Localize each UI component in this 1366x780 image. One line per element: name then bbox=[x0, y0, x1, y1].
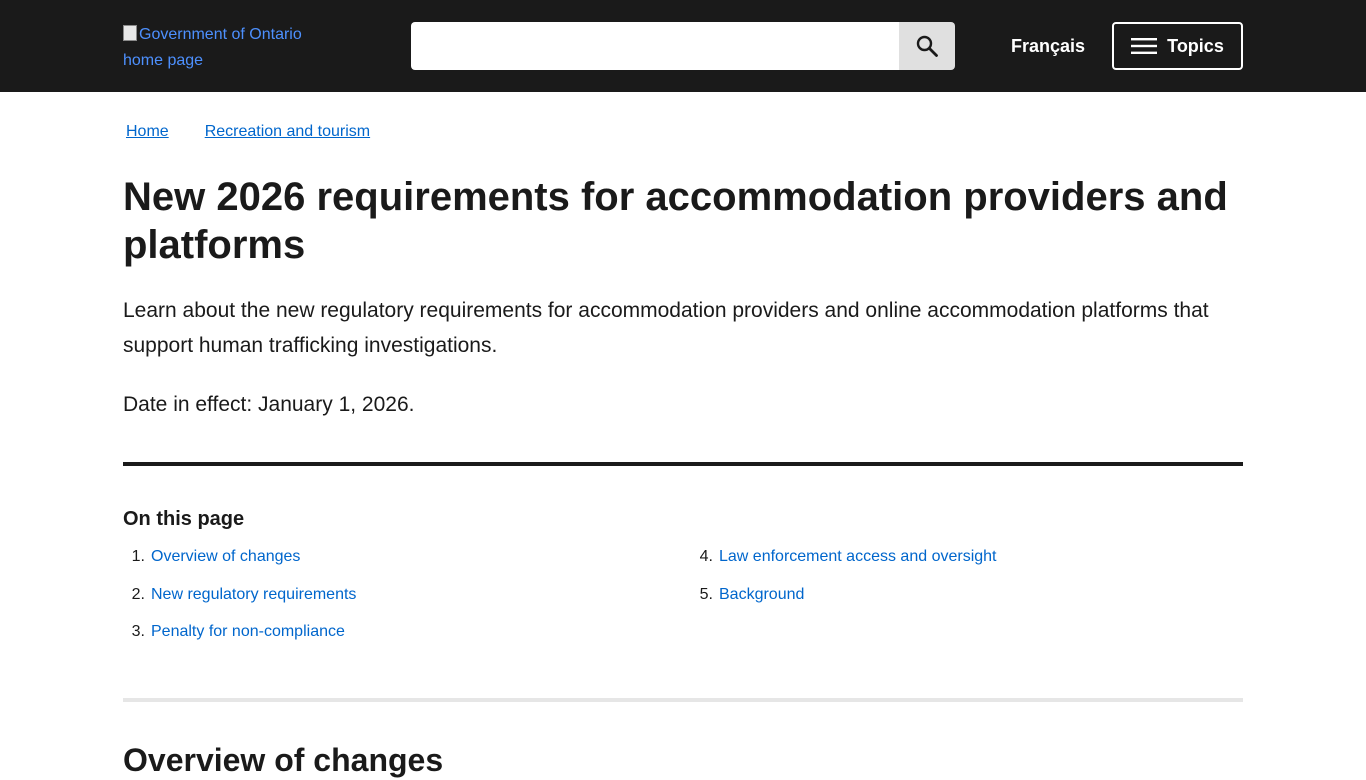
toc-number: 5. bbox=[699, 585, 713, 603]
topics-menu-button[interactable]: Topics bbox=[1112, 22, 1243, 70]
site-header: Government of Ontario home page Français… bbox=[0, 0, 1366, 92]
effective-date: Date in effect: January 1, 2026. bbox=[123, 393, 415, 416]
page-title: New 2026 requirements for accommodation … bbox=[123, 175, 1228, 267]
menu-icon bbox=[1131, 38, 1158, 54]
toc-item: 3. Penalty for non-compliance bbox=[123, 621, 356, 659]
toc-link-requirements[interactable]: New regulatory requirements bbox=[151, 584, 356, 622]
search-icon bbox=[916, 35, 938, 57]
toc-item: 4. Law enforcement access and oversight bbox=[691, 546, 997, 584]
search-input[interactable] bbox=[411, 22, 899, 70]
search-button[interactable] bbox=[899, 22, 955, 70]
toc-number: 2. bbox=[131, 585, 145, 603]
breadcrumb-recreation-link[interactable]: Recreation and tourism bbox=[205, 120, 370, 144]
page-intro: Learn about the new regulatory requireme… bbox=[123, 299, 1209, 357]
breadcrumb: Home Recreation and tourism bbox=[123, 120, 370, 144]
toc-link-law-enforcement[interactable]: Law enforcement access and oversight bbox=[719, 546, 996, 584]
logo-alt-text: Government of Ontario home page bbox=[123, 26, 302, 69]
toc-item: 2. New regulatory requirements bbox=[123, 584, 357, 622]
section-divider-thick bbox=[123, 462, 1243, 466]
toc-item: 5. Background bbox=[691, 584, 996, 622]
search-bar bbox=[411, 22, 955, 70]
toc-item: 1. Overview of changes bbox=[123, 546, 356, 584]
government-of-ontario-logo-link[interactable]: Government of Ontario home page bbox=[123, 22, 323, 74]
on-this-page-list-left: 1. Overview of changes 2. New regulatory… bbox=[123, 546, 357, 659]
section-heading-overview: Overview of changes bbox=[123, 742, 444, 778]
toc-number: 1. bbox=[131, 548, 145, 565]
toc-link-background[interactable]: Background bbox=[719, 584, 804, 622]
toc-number: 3. bbox=[131, 623, 145, 640]
breadcrumb-home-link[interactable]: Home bbox=[126, 120, 169, 144]
broken-image-icon bbox=[123, 25, 137, 41]
topics-button-label: Topics bbox=[1167, 35, 1224, 56]
toc-number: 4. bbox=[699, 548, 713, 565]
on-this-page-heading: On this page bbox=[123, 508, 245, 530]
section-divider-light bbox=[123, 698, 1243, 702]
toc-link-overview[interactable]: Overview of changes bbox=[151, 546, 300, 584]
toc-link-penalty[interactable]: Penalty for non-compliance bbox=[151, 621, 345, 659]
language-toggle-link[interactable]: Français bbox=[1011, 34, 1085, 58]
on-this-page-list-right: 4. Law enforcement access and oversight … bbox=[691, 546, 997, 622]
